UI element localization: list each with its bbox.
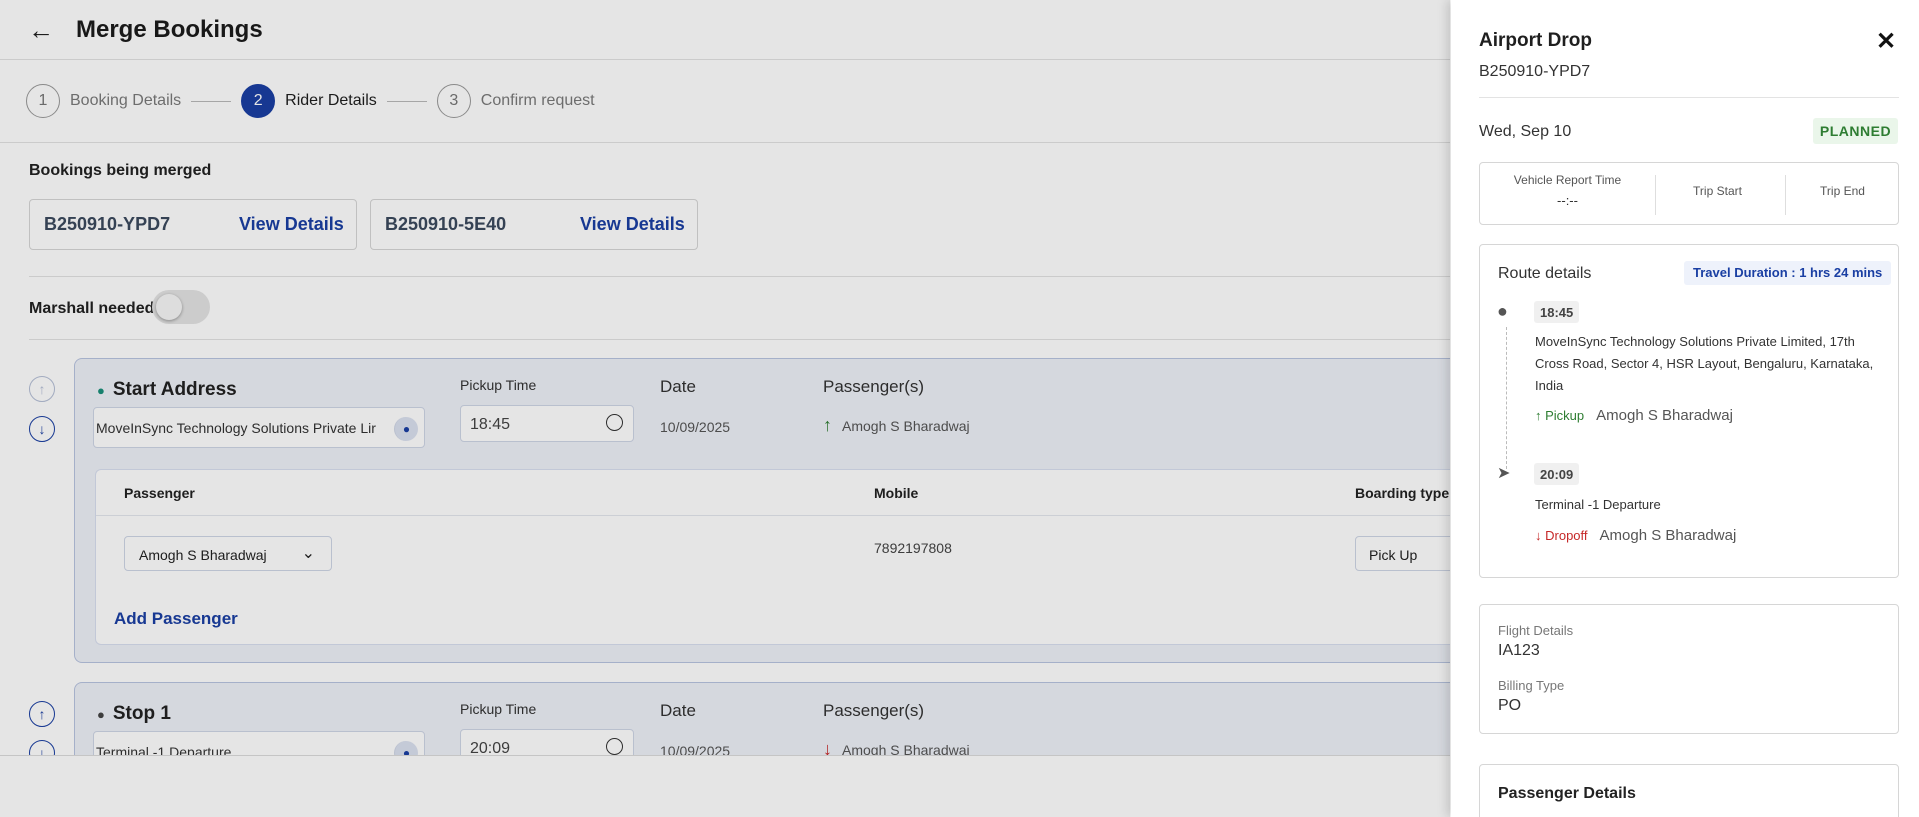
route-line [1506, 327, 1507, 469]
flight-number: IA123 [1498, 642, 1540, 659]
navigation-arrow-icon: ➤ [1497, 465, 1511, 482]
divider [1479, 97, 1899, 98]
drawer-date: Wed, Sep 10 [1479, 123, 1572, 140]
stop-time-chip: 18:45 [1534, 301, 1580, 323]
passenger-name: Amogh S Bharadwaj [1599, 527, 1737, 544]
close-icon[interactable]: ✕ [1876, 27, 1896, 56]
time-label: Trip Start [1693, 184, 1742, 198]
booking-details-drawer: Airport Drop ✕ B250910-YPD7 Wed, Sep 10 … [1451, 0, 1919, 817]
route-title: Route details [1498, 265, 1592, 282]
travel-duration-badge: Travel Duration : 1 hrs 24 mins [1684, 261, 1892, 285]
flight-details-card: Flight Details IA123 Billing Type PO [1479, 604, 1899, 734]
stop-action: ↑ Pickup Amogh S Bharadwaj [1535, 407, 1733, 424]
time-label: Vehicle Report Time [1513, 173, 1622, 187]
merge-bookings-page: ← Merge Bookings 1 Booking Details 2 Rid… [0, 0, 1450, 817]
modal-backdrop[interactable] [0, 0, 1450, 817]
status-badge: PLANNED [1813, 118, 1898, 144]
time-value: --:-- [1557, 193, 1578, 208]
pickup-arrow-icon: ↑ [1535, 408, 1546, 423]
drawer-title: Airport Drop [1479, 30, 1592, 51]
stop-action: ↓ Dropoff Amogh S Bharadwaj [1535, 527, 1736, 544]
passenger-details-card: Passenger Details [1479, 764, 1899, 817]
action-label: Pickup [1545, 408, 1585, 423]
dropoff-arrow-icon: ↓ [1535, 528, 1546, 543]
stop-address: MoveInSync Technology Solutions Private … [1535, 334, 1874, 393]
route-details-card: Route details Travel Duration : 1 hrs 24… [1479, 244, 1899, 578]
action-label: Dropoff [1545, 528, 1588, 543]
billing-type-label: Billing Type [1498, 678, 1565, 693]
passenger-details-title: Passenger Details [1498, 785, 1636, 802]
trip-end: Trip End [1785, 163, 1900, 226]
vehicle-report-time: Vehicle Report Time --:-- [1480, 163, 1655, 226]
drawer-booking-id: B250910-YPD7 [1479, 63, 1591, 80]
passenger-name: Amogh S Bharadwaj [1596, 407, 1733, 424]
time-label: Trip End [1820, 184, 1865, 198]
stop-address: Terminal -1 Departure [1535, 497, 1661, 512]
trip-start: Trip Start [1655, 163, 1780, 226]
trip-times-card: Vehicle Report Time --:-- Trip Start Tri… [1479, 162, 1899, 225]
billing-type-value: PO [1498, 697, 1522, 714]
stop-time-chip: 20:09 [1534, 463, 1580, 485]
flight-details-label: Flight Details [1498, 623, 1574, 638]
location-pin-icon: ● [1497, 301, 1508, 321]
